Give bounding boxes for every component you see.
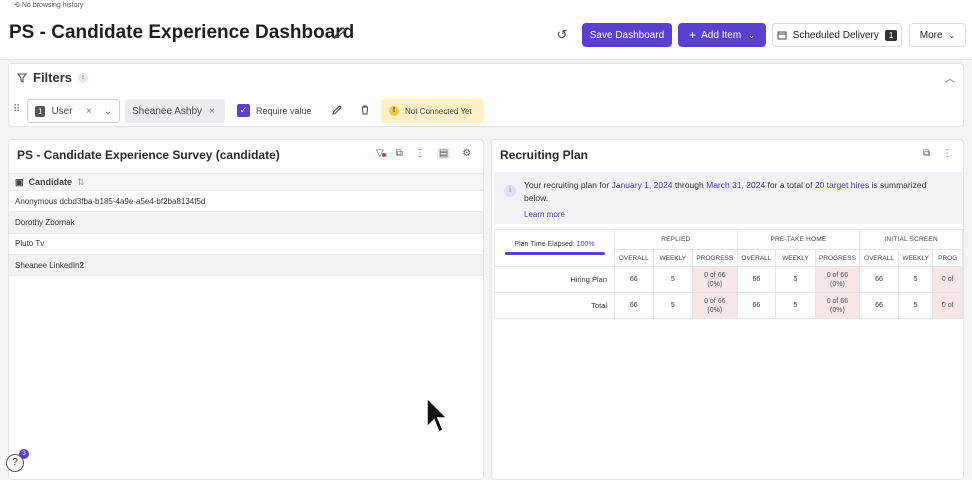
target-hires-link[interactable]: 20 target hires	[815, 180, 869, 190]
info-icon: i	[504, 185, 516, 197]
funnel-icon	[17, 73, 27, 83]
subcolumn-header: OVERALL	[736, 249, 777, 267]
undo-button[interactable]: ↺	[552, 23, 572, 47]
filters-section: Filters i ︿ ⠿ 1 User × ⌄ Sheanee Ashby ×…	[8, 63, 964, 127]
learn-more-link[interactable]: Learn more	[524, 210, 565, 219]
filters-header[interactable]: Filters i	[17, 70, 89, 85]
history-icon: ⟲	[14, 2, 20, 9]
start-date-link[interactable]: January 1, 2024	[612, 180, 673, 190]
open-external-icon[interactable]: ⧉	[396, 148, 403, 159]
filter-row: ⠿ 1 User × ⌄ Sheanee Ashby × ✓ Require v…	[9, 98, 963, 124]
edit-filter-icon[interactable]	[331, 104, 343, 116]
scheduled-delivery-button[interactable]: Scheduled Delivery 1	[772, 23, 902, 47]
subcolumn-header: WEEKLY	[775, 249, 816, 267]
chevron-down-icon: ⌄	[748, 30, 755, 40]
plan-info-banner: i Your recruiting plan for January 1, 20…	[494, 172, 962, 224]
group-header: REPLIED	[614, 229, 738, 250]
plan-elapsed-cell: Plan Time Elapsed: 100%	[494, 229, 615, 267]
chevron-down-icon[interactable]: ⌄	[104, 106, 112, 117]
add-item-button[interactable]: + Add Item ⌄	[678, 23, 766, 47]
clear-icon[interactable]: ×	[86, 106, 92, 117]
table-row[interactable]: Sheanee LinkedIn2	[9, 254, 483, 277]
table-row: Hiring Plan 66 5 0 of 66 (0%) 66 5 0 of 6…	[494, 266, 963, 293]
collapse-chevron-icon[interactable]: ︿	[945, 70, 955, 85]
mouse-cursor-icon	[426, 397, 448, 434]
page-title: PS - Candidate Experience Dashboard	[9, 22, 355, 43]
subcolumn-header: WEEKLY	[897, 249, 934, 267]
info-icon[interactable]: i	[78, 72, 89, 83]
end-date-link[interactable]: March 31, 2024	[706, 180, 765, 190]
panel-title: Recruiting Plan	[500, 148, 589, 162]
filter-active-icon[interactable]: ▽	[376, 148, 386, 159]
plus-icon: +	[689, 28, 697, 42]
kebab-menu-icon[interactable]: ⋮	[415, 148, 425, 159]
question-icon: ?	[12, 457, 18, 468]
candidate-survey-panel: PS - Candidate Experience Survey (candid…	[8, 139, 484, 480]
panel-toolbar: ⧉ ⋮	[923, 148, 952, 159]
scheduled-count-badge: 1	[884, 29, 898, 41]
table-row[interactable]: Anonymous dcbd3fba-b185-4a9e-a5e4-bf2ba8…	[9, 191, 483, 213]
filter-value-chip[interactable]: Sheanee Ashby ×	[125, 99, 225, 123]
sort-icon[interactable]: ⇅	[77, 177, 85, 188]
plan-summary-text: Your recruiting plan for January 1, 2024…	[524, 180, 927, 203]
column-header-candidate[interactable]: ▣ Candidate ⇅	[9, 173, 483, 191]
cube-icon: ▣	[15, 176, 24, 187]
require-value-checkbox[interactable]: ✓ Require value	[237, 104, 312, 117]
subcolumn-header: OVERALL	[614, 249, 654, 267]
save-dashboard-button[interactable]: Save Dashboard	[582, 23, 672, 47]
subcolumn-header: PROG	[932, 249, 963, 267]
table-view-icon[interactable]: ▤	[436, 148, 451, 159]
warning-icon: !	[389, 106, 399, 116]
checkbox-checked-icon[interactable]: ✓	[237, 104, 250, 117]
undo-icon: ↺	[556, 27, 568, 42]
table-row: Total 66 5 0 of 66 (0%) 66 5 0 of 66 (0%) …	[494, 292, 963, 319]
kebab-menu-icon[interactable]: ⋮	[942, 148, 952, 159]
more-menu-button[interactable]: More ⌄	[909, 23, 966, 47]
recruiting-plan-panel: Recruiting Plan ⧉ ⋮ i Your recruiting pl…	[491, 139, 964, 480]
browsing-notice: ⟲ No browsing history	[0, 0, 972, 12]
subcolumn-header: OVERALL	[859, 249, 899, 267]
not-connected-warning: ! Not Connected Yet	[381, 99, 484, 123]
settings-icon[interactable]: ⚙	[462, 148, 471, 159]
subcolumn-header: PROGRESS	[691, 249, 738, 267]
drag-handle-icon[interactable]: ⠿	[13, 104, 20, 115]
edit-title-icon[interactable]	[333, 26, 347, 40]
open-external-icon[interactable]: ⧉	[923, 148, 930, 159]
trash-icon[interactable]	[359, 104, 371, 116]
chevron-down-icon: ⌄	[948, 30, 956, 40]
table-row[interactable]: Dorothy Zbornak	[9, 212, 483, 234]
help-count-badge: 3	[19, 449, 29, 459]
progress-fill	[504, 252, 605, 255]
table-row[interactable]: Pluto Tv	[9, 234, 483, 255]
subcolumn-header: WEEKLY	[652, 249, 693, 267]
subcolumn-header: PROGRESS	[814, 249, 861, 267]
candidate-list: Anonymous dcbd3fba-b185-4a9e-a5e4-bf2ba8…	[9, 191, 483, 277]
dashboard-header: PS - Candidate Experience Dashboard ↺ Sa…	[0, 12, 972, 60]
field-index-badge: 1	[35, 105, 46, 117]
panel-title: PS - Candidate Experience Survey (candid…	[17, 148, 280, 162]
recruiting-plan-table: Plan Time Elapsed: 100% REPLIED PRE-TAKE…	[494, 229, 963, 319]
plan-elapsed-progress-bar	[504, 252, 605, 255]
calendar-icon	[777, 31, 787, 40]
filter-field-select[interactable]: 1 User × ⌄	[27, 99, 120, 123]
group-header: INITIAL SCREEN	[859, 229, 963, 250]
group-header: PRE-TAKE HOME	[736, 229, 861, 250]
remove-chip-icon[interactable]: ×	[209, 106, 215, 117]
help-button[interactable]: ? 3	[6, 449, 29, 472]
panel-toolbar: ▽ ⧉ ⋮ ▤ ⚙	[376, 148, 471, 159]
